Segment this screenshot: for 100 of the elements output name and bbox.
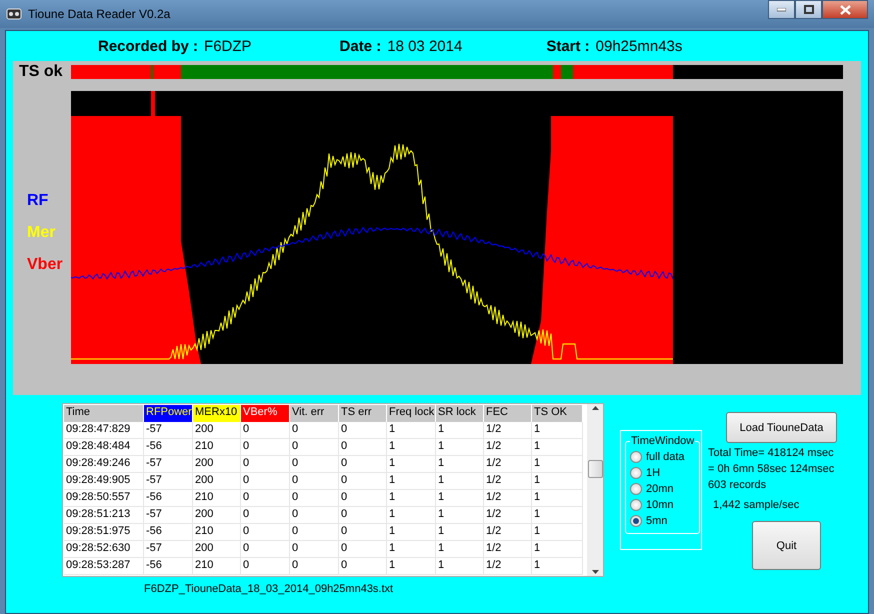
stats-text: = 0h 6mn 58sec 124msec [708,463,836,475]
table-cell: -56 [144,490,193,507]
table-cell: 1 [532,439,583,456]
table-cell: 1 [532,541,583,558]
table-cell: 0 [241,456,290,473]
close-icon [840,4,850,14]
table-cell: 0 [290,422,339,439]
window-title: Tioune Data Reader V0.2a [28,7,172,21]
table-cell: 0 [339,524,387,541]
table-cell: 0 [241,439,290,456]
table-cell: 1/2 [484,439,532,456]
table-cell: 1 [387,439,436,456]
table-cell: 0 [290,473,339,490]
table-cell: 09:28:52:630 [64,541,144,558]
table-cell: 200 [193,507,241,524]
stats-text: 603 records [708,479,768,491]
table-cell: 09:28:48:484 [64,439,144,456]
column-header[interactable]: SR lock [436,405,484,422]
table-cell: 1/2 [484,541,532,558]
scrollbar-thumb[interactable] [588,460,602,478]
maximize-button[interactable] [795,0,822,19]
close-button[interactable] [822,0,868,19]
radio-label[interactable]: full data [646,451,685,463]
table-cell: 0 [339,541,387,558]
table-cell: 0 [339,558,387,575]
table-cell: 1/2 [484,490,532,507]
column-header[interactable]: Freq lock [387,405,436,422]
table-cell: 1 [436,524,484,541]
radio-button[interactable] [630,499,642,511]
radio-button[interactable] [630,515,642,527]
legend-label: RF [27,192,50,210]
column-header[interactable]: TS err [339,405,387,422]
table-cell: 1 [532,524,583,541]
table-cell: 0 [241,507,290,524]
table-cell: 1 [532,422,583,439]
load-button[interactable]: Load TiouneData [726,412,837,443]
table-cell: 1 [387,507,436,524]
radio-label[interactable]: 5mn [646,515,668,527]
table-cell: -57 [144,473,193,490]
radio-button[interactable] [630,467,642,479]
table-cell: 0 [290,507,339,524]
table-cell: 1 [436,422,484,439]
table-cell: 0 [241,558,290,575]
table-cell: 1 [436,456,484,473]
table-cell: -57 [144,541,193,558]
header-value: 09h25mn43s [596,38,682,54]
table-cell: 0 [290,558,339,575]
table-cell: 0 [290,456,339,473]
table-cell: 1/2 [484,422,532,439]
minimize-button[interactable] [768,0,795,19]
radio-label[interactable]: 1H [646,467,660,479]
minimize-icon [777,8,786,12]
table-cell: 1 [387,558,436,575]
table-cell: 09:28:49:246 [64,456,144,473]
table-cell: 0 [290,524,339,541]
radio-label[interactable]: 10mn [646,499,674,511]
table-cell: 0 [339,456,387,473]
column-header[interactable]: Vit. err [290,405,339,422]
table-cell: 210 [193,558,241,575]
table-cell: 1 [387,473,436,490]
ts-ok-label: TS ok [18,63,64,81]
radio-label[interactable]: 20mn [646,483,674,495]
scroll-up-icon[interactable] [592,406,598,410]
table-cell: 1/2 [484,507,532,524]
scroll-down-icon[interactable] [592,570,598,574]
stats-text: Total Time= 418124 msec [708,447,835,459]
table-cell: 1 [436,558,484,575]
table-cell: 210 [193,524,241,541]
table-cell: 09:28:51:975 [64,524,144,541]
table-cell: 1 [532,456,583,473]
table-cell: 0 [290,541,339,558]
column-header[interactable]: FEC [484,405,532,422]
quit-button[interactable]: Quit [752,521,821,570]
table-cell: 1 [436,490,484,507]
table-cell: 1 [436,439,484,456]
table-cell: 1 [387,422,436,439]
table-cell: 200 [193,473,241,490]
table-cell: 09:28:53:287 [64,558,144,575]
radio-button[interactable] [630,451,642,463]
header-label: Start : [546,38,590,54]
column-header[interactable]: Time [64,405,144,422]
table-cell: 1 [532,507,583,524]
column-header[interactable]: VBer% [241,405,290,422]
radio-button[interactable] [630,483,642,495]
table-cell: 1/2 [484,524,532,541]
column-header[interactable]: MERx10 [193,405,241,422]
table-cell: 0 [241,524,290,541]
table-cell: 200 [193,422,241,439]
table-cell: 210 [193,490,241,507]
column-header[interactable]: TS OK [532,405,583,422]
table-cell: 200 [193,456,241,473]
table-cell: 09:28:47:829 [64,422,144,439]
table-cell: 1 [532,490,583,507]
column-header[interactable]: RFPower [144,405,193,422]
table-cell: 0 [339,422,387,439]
table-cell: 0 [339,473,387,490]
table-cell: 1 [387,490,436,507]
table-cell: -57 [144,456,193,473]
table-cell: 09:28:51:213 [64,507,144,524]
table-cell: 0 [290,439,339,456]
